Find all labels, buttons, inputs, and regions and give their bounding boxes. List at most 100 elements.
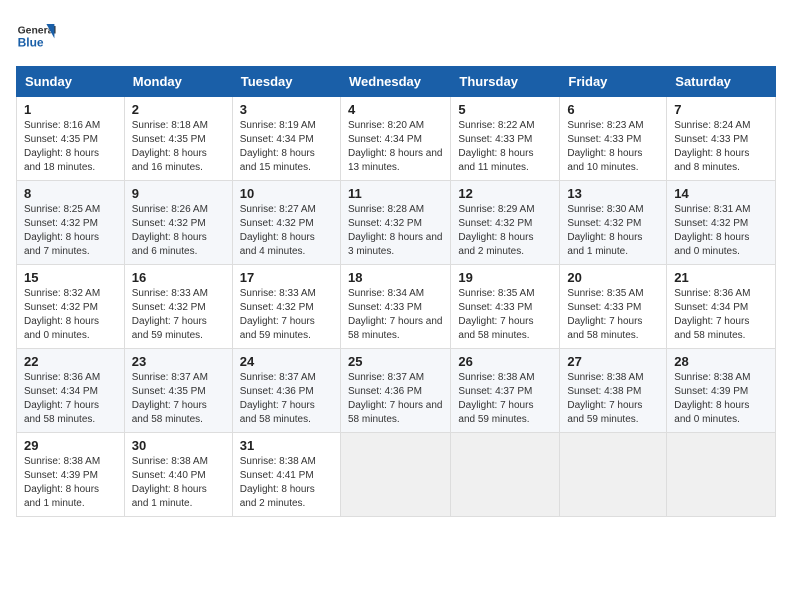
col-sunday: Sunday xyxy=(17,67,125,97)
cell-info: Sunrise: 8:32 AMSunset: 4:32 PMDaylight:… xyxy=(24,287,117,343)
day-number: 7 xyxy=(674,102,768,117)
col-monday: Monday xyxy=(124,67,232,97)
calendar-cell: 18 Sunrise: 8:34 AMSunset: 4:33 PMDayligh… xyxy=(340,265,450,349)
cell-info: Sunrise: 8:38 AMSunset: 4:41 PMDaylight:… xyxy=(240,455,333,511)
calendar-cell: 25 Sunrise: 8:37 AMSunset: 4:36 PMDayligh… xyxy=(340,349,450,433)
calendar-cell: 4Sunrise: 8:20 AMSunset: 4:34 PMDaylight… xyxy=(340,97,450,181)
day-number: 25 xyxy=(348,354,443,369)
col-friday: Friday xyxy=(560,67,667,97)
calendar-cell: 27 Sunrise: 8:38 AMSunset: 4:38 PMDayligh… xyxy=(560,349,667,433)
day-number: 17 xyxy=(240,270,333,285)
cell-info: Sunrise: 8:36 AMSunset: 4:34 PMDaylight:… xyxy=(674,287,768,343)
calendar-cell: 12 Sunrise: 8:29 AMSunset: 4:32 PMDayligh… xyxy=(451,181,560,265)
calendar-cell xyxy=(667,433,776,517)
cell-info: Sunrise: 8:31 AMSunset: 4:32 PMDaylight:… xyxy=(674,203,768,259)
cell-info: Sunrise: 8:37 AMSunset: 4:36 PMDaylight:… xyxy=(348,371,443,427)
day-number: 20 xyxy=(567,270,659,285)
day-number: 2 xyxy=(132,102,225,117)
cell-info: Sunrise: 8:18 AMSunset: 4:35 PMDaylight:… xyxy=(132,119,225,175)
calendar-cell: 3 Sunrise: 8:19 AMSunset: 4:34 PMDaylight… xyxy=(232,97,340,181)
calendar-cell: 2 Sunrise: 8:18 AMSunset: 4:35 PMDaylight… xyxy=(124,97,232,181)
cell-info: Sunrise: 8:38 AMSunset: 4:40 PMDaylight:… xyxy=(132,455,225,511)
day-number: 19 xyxy=(458,270,552,285)
calendar-week-row: 15 Sunrise: 8:32 AMSunset: 4:32 PMDayligh… xyxy=(17,265,776,349)
cell-info: Sunrise: 8:30 AMSunset: 4:32 PMDaylight:… xyxy=(567,203,659,259)
col-wednesday: Wednesday xyxy=(340,67,450,97)
calendar-cell: 1 Sunrise: 8:16 AMSunset: 4:35 PMDaylight… xyxy=(17,97,125,181)
calendar-cell: 5Sunrise: 8:22 AMSunset: 4:33 PMDaylight… xyxy=(451,97,560,181)
day-number: 1 xyxy=(24,102,117,117)
day-number: 13 xyxy=(567,186,659,201)
calendar-cell: 10 Sunrise: 8:27 AMSunset: 4:32 PMDayligh… xyxy=(232,181,340,265)
calendar-cell: 22Sunrise: 8:36 AMSunset: 4:34 PMDayligh… xyxy=(17,349,125,433)
calendar-week-row: 8 Sunrise: 8:25 AMSunset: 4:32 PMDaylight… xyxy=(17,181,776,265)
calendar-cell: 15 Sunrise: 8:32 AMSunset: 4:32 PMDayligh… xyxy=(17,265,125,349)
calendar-week-row: 29Sunrise: 8:38 AMSunset: 4:39 PMDayligh… xyxy=(17,433,776,517)
calendar-cell xyxy=(340,433,450,517)
day-number: 12 xyxy=(458,186,552,201)
cell-info: Sunrise: 8:35 AMSunset: 4:33 PMDaylight:… xyxy=(567,287,659,343)
calendar-cell: 23Sunrise: 8:37 AMSunset: 4:35 PMDayligh… xyxy=(124,349,232,433)
calendar-cell: 16 Sunrise: 8:33 AMSunset: 4:32 PMDayligh… xyxy=(124,265,232,349)
calendar-cell xyxy=(451,433,560,517)
day-number: 4 xyxy=(348,102,443,117)
calendar-cell: 30 Sunrise: 8:38 AMSunset: 4:40 PMDayligh… xyxy=(124,433,232,517)
calendar-cell: 13 Sunrise: 8:30 AMSunset: 4:32 PMDayligh… xyxy=(560,181,667,265)
calendar-cell: 6 Sunrise: 8:23 AMSunset: 4:33 PMDaylight… xyxy=(560,97,667,181)
cell-info: Sunrise: 8:24 AMSunset: 4:33 PMDaylight:… xyxy=(674,119,768,175)
calendar-cell: 14 Sunrise: 8:31 AMSunset: 4:32 PMDayligh… xyxy=(667,181,776,265)
calendar-cell: 21 Sunrise: 8:36 AMSunset: 4:34 PMDayligh… xyxy=(667,265,776,349)
cell-info: Sunrise: 8:27 AMSunset: 4:32 PMDaylight:… xyxy=(240,203,333,259)
cell-info: Sunrise: 8:38 AMSunset: 4:39 PMDaylight:… xyxy=(674,371,768,427)
calendar-cell: 9Sunrise: 8:26 AMSunset: 4:32 PMDaylight… xyxy=(124,181,232,265)
cell-info: Sunrise: 8:33 AMSunset: 4:32 PMDaylight:… xyxy=(132,287,225,343)
day-number: 3 xyxy=(240,102,333,117)
calendar-table: Sunday Monday Tuesday Wednesday Thursday… xyxy=(16,66,776,517)
calendar-cell: 11Sunrise: 8:28 AMSunset: 4:32 PMDayligh… xyxy=(340,181,450,265)
cell-info: Sunrise: 8:38 AMSunset: 4:38 PMDaylight:… xyxy=(567,371,659,427)
day-number: 31 xyxy=(240,438,333,453)
day-number: 10 xyxy=(240,186,333,201)
cell-info: Sunrise: 8:38 AMSunset: 4:37 PMDaylight:… xyxy=(458,371,552,427)
cell-info: Sunrise: 8:23 AMSunset: 4:33 PMDaylight:… xyxy=(567,119,659,175)
svg-text:Blue: Blue xyxy=(18,35,44,49)
calendar-week-row: 1 Sunrise: 8:16 AMSunset: 4:35 PMDaylight… xyxy=(17,97,776,181)
cell-info: Sunrise: 8:37 AMSunset: 4:36 PMDaylight:… xyxy=(240,371,333,427)
col-thursday: Thursday xyxy=(451,67,560,97)
calendar-cell: 29Sunrise: 8:38 AMSunset: 4:39 PMDayligh… xyxy=(17,433,125,517)
day-number: 29 xyxy=(24,438,117,453)
calendar-cell: 26Sunrise: 8:38 AMSunset: 4:37 PMDayligh… xyxy=(451,349,560,433)
day-number: 14 xyxy=(674,186,768,201)
cell-info: Sunrise: 8:34 AMSunset: 4:33 PMDaylight:… xyxy=(348,287,443,343)
day-number: 6 xyxy=(567,102,659,117)
calendar-cell: 8 Sunrise: 8:25 AMSunset: 4:32 PMDaylight… xyxy=(17,181,125,265)
calendar-cell: 7 Sunrise: 8:24 AMSunset: 4:33 PMDaylight… xyxy=(667,97,776,181)
cell-info: Sunrise: 8:36 AMSunset: 4:34 PMDaylight:… xyxy=(24,371,117,427)
cell-info: Sunrise: 8:25 AMSunset: 4:32 PMDaylight:… xyxy=(24,203,117,259)
cell-info: Sunrise: 8:19 AMSunset: 4:34 PMDaylight:… xyxy=(240,119,333,175)
day-number: 18 xyxy=(348,270,443,285)
day-number: 16 xyxy=(132,270,225,285)
day-number: 28 xyxy=(674,354,768,369)
cell-info: Sunrise: 8:22 AMSunset: 4:33 PMDaylight:… xyxy=(458,119,552,175)
day-number: 27 xyxy=(567,354,659,369)
day-number: 15 xyxy=(24,270,117,285)
day-number: 8 xyxy=(24,186,117,201)
calendar-cell: 17Sunrise: 8:33 AMSunset: 4:32 PMDayligh… xyxy=(232,265,340,349)
day-number: 24 xyxy=(240,354,333,369)
cell-info: Sunrise: 8:29 AMSunset: 4:32 PMDaylight:… xyxy=(458,203,552,259)
col-saturday: Saturday xyxy=(667,67,776,97)
calendar-cell: 24 Sunrise: 8:37 AMSunset: 4:36 PMDayligh… xyxy=(232,349,340,433)
logo: General Blue xyxy=(16,16,60,56)
calendar-cell: 31 Sunrise: 8:38 AMSunset: 4:41 PMDayligh… xyxy=(232,433,340,517)
cell-info: Sunrise: 8:16 AMSunset: 4:35 PMDaylight:… xyxy=(24,119,117,175)
day-number: 21 xyxy=(674,270,768,285)
cell-info: Sunrise: 8:37 AMSunset: 4:35 PMDaylight:… xyxy=(132,371,225,427)
day-number: 11 xyxy=(348,186,443,201)
day-number: 30 xyxy=(132,438,225,453)
cell-info: Sunrise: 8:35 AMSunset: 4:33 PMDaylight:… xyxy=(458,287,552,343)
calendar-cell: 28 Sunrise: 8:38 AMSunset: 4:39 PMDayligh… xyxy=(667,349,776,433)
day-number: 9 xyxy=(132,186,225,201)
page-header: General Blue xyxy=(16,16,776,56)
calendar-week-row: 22Sunrise: 8:36 AMSunset: 4:34 PMDayligh… xyxy=(17,349,776,433)
